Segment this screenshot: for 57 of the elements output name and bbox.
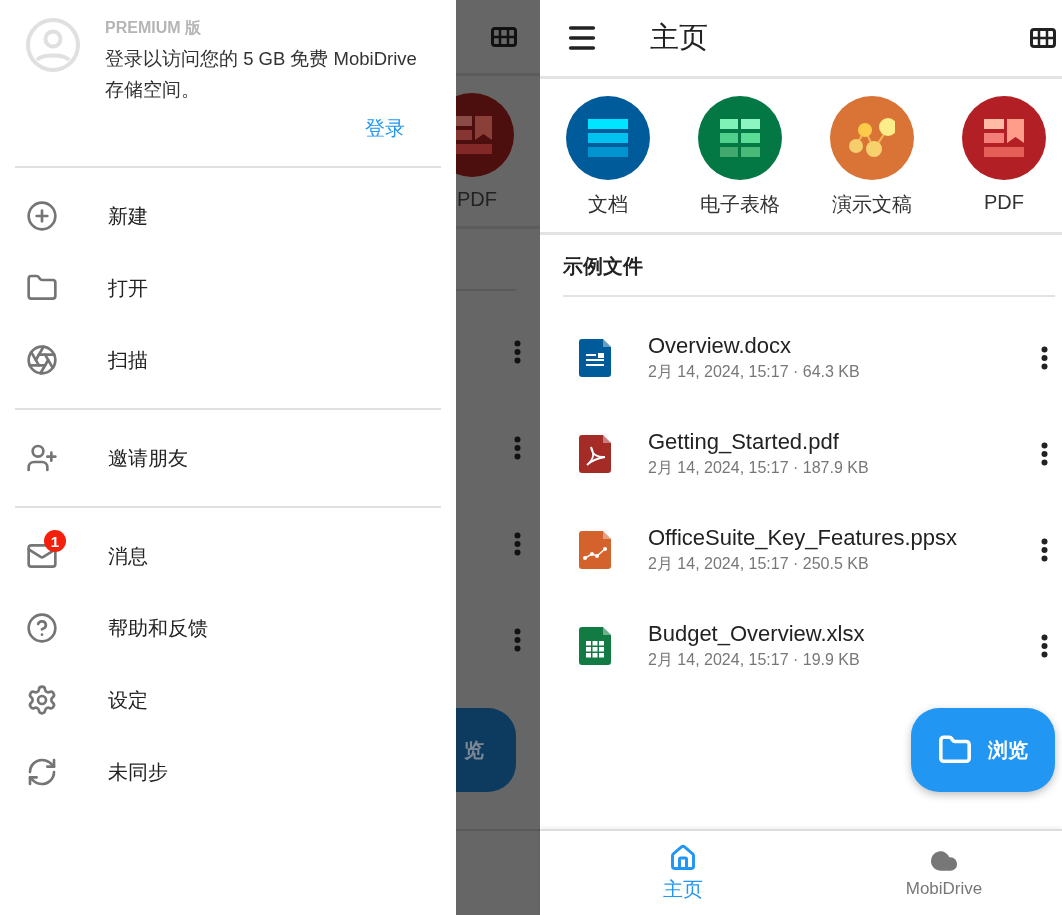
add-person-icon: [26, 442, 58, 474]
category-label: PDF: [984, 191, 1024, 214]
edition-label: PREMIUM 版: [105, 18, 202, 38]
aperture-icon: [26, 344, 58, 376]
file-details: 2月 14, 2024, 15:17 · 187.9 KB: [648, 458, 870, 478]
file-row[interactable]: Overview.docx 2月 14, 2024, 15:17 · 64.3 KB: [540, 310, 1062, 406]
file-name: Overview.docx: [648, 333, 793, 359]
section-title: 示例文件: [562, 254, 644, 279]
drawer-item[interactable]: 扫描: [0, 324, 456, 396]
drawer-item[interactable]: 未同步: [0, 736, 456, 808]
more-icon: [1040, 634, 1048, 658]
more-icon: [514, 340, 521, 364]
file-name: Budget_Overview.xlsx: [648, 621, 866, 647]
document-icon: [588, 119, 628, 157]
file-name: Getting_Started.pdf: [648, 429, 840, 455]
spreadsheet-file-icon: [579, 627, 611, 665]
page-title: 主页: [650, 20, 709, 55]
pdf-icon: [984, 119, 1024, 157]
more-icon: [1040, 346, 1048, 370]
avatar-icon: [26, 18, 80, 72]
document-file-icon: [579, 339, 611, 377]
pdf-file-icon: [579, 435, 611, 473]
help-icon: [26, 612, 58, 644]
sign-in-message: 登录以访问您的 5 GB 免费 MobiDrive 存储空间。: [105, 47, 418, 102]
more-icon: [514, 628, 521, 652]
file-row[interactable]: Getting_Started.pdf 2月 14, 2024, 15:17 · 187.9 KB: [540, 406, 1062, 502]
drawer-item[interactable]: 1 消息: [0, 520, 456, 592]
file-details: 2月 14, 2024, 15:17 · 64.3 KB: [648, 362, 861, 382]
more-icon: [514, 532, 521, 556]
more-icon: [1040, 538, 1048, 562]
chart-dots-icon: [849, 118, 895, 158]
presentation-file-icon: [579, 531, 611, 569]
category-label: 演示文稿: [832, 192, 912, 217]
home-icon: [669, 843, 697, 872]
more-icon: [1040, 442, 1048, 466]
category-label: 文档: [588, 192, 628, 217]
file-details: 2月 14, 2024, 15:17 · 19.9 KB: [648, 650, 861, 670]
nav-tab[interactable]: MobiDrive: [826, 831, 1062, 915]
category-label: PDF: [456, 188, 498, 211]
drawer-item[interactable]: 新建: [0, 180, 456, 252]
file-row[interactable]: Budget_Overview.xlsx 2月 14, 2024, 15:17 · 19.9 KB: [540, 598, 1062, 694]
drawer-item[interactable]: 设定: [0, 664, 456, 736]
settings-icon: [26, 684, 58, 716]
notification-badge: 1: [44, 530, 66, 552]
sync-icon: [26, 756, 58, 788]
file-name: OfficeSuite_Key_Features.ppsx: [648, 525, 958, 551]
spreadsheet-icon: [720, 119, 760, 157]
add-icon: [26, 200, 58, 232]
file-row[interactable]: OfficeSuite_Key_Features.ppsx 2月 14, 2024, 15:17 · 250.5 KB: [540, 502, 1062, 598]
file-details: 2月 14, 2024, 15:17 · 250.5 KB: [648, 554, 870, 574]
drawer-item[interactable]: 帮助和反馈: [0, 592, 456, 664]
grid-view-icon[interactable]: [1030, 28, 1056, 48]
more-icon: [514, 436, 521, 460]
category-label: 电子表格: [700, 192, 780, 217]
drawer-item[interactable]: 邀请朋友: [0, 422, 456, 494]
drawer-item[interactable]: 打开: [0, 252, 456, 324]
pdf-icon: [456, 116, 492, 154]
